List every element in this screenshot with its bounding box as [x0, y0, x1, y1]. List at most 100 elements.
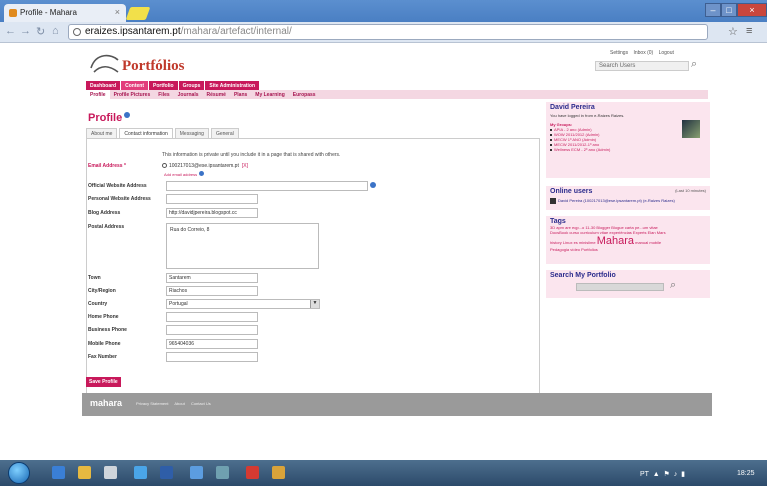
search-icon[interactable]: ⌕: [691, 58, 697, 71]
subnav-my-learning[interactable]: My Learning: [251, 90, 288, 99]
official-website-input[interactable]: [166, 181, 368, 191]
subnav-profile[interactable]: Profile: [86, 90, 110, 99]
browser-tab[interactable]: Profile - Mahara ×: [4, 4, 126, 22]
nav-portfolio[interactable]: Portfolio: [149, 81, 178, 90]
forward-arrow-icon[interactable]: →: [20, 25, 31, 37]
add-icon: [199, 171, 205, 176]
portfolio-search-input[interactable]: [576, 283, 664, 291]
help-icon[interactable]: [370, 182, 376, 188]
page-title: Profile: [88, 112, 131, 124]
official-website-label: Official Website Address: [88, 183, 147, 189]
back-arrow-icon[interactable]: ←: [5, 25, 16, 37]
url-host: eraizes.ipsantarem.pt: [85, 26, 181, 37]
close-window-button[interactable]: ×: [737, 3, 767, 17]
user-search-input[interactable]: Search Users: [595, 61, 689, 71]
tab-about-me[interactable]: About me: [86, 128, 118, 138]
tags-box: Tags 3D apm are eqp...o 11-30 Blogger Bl…: [546, 216, 710, 264]
online-users-title: Online users (Last 10 minutes): [550, 188, 706, 195]
site-logo[interactable]: Portfólios: [88, 50, 208, 80]
fax-number-input[interactable]: [166, 352, 258, 362]
search-icon[interactable]: ⌕: [670, 279, 676, 292]
mahara-footer-logo[interactable]: mahara: [90, 398, 122, 408]
help-icon[interactable]: [124, 112, 131, 118]
word-icon[interactable]: [160, 466, 173, 479]
close-tab-icon[interactable]: ×: [115, 7, 120, 17]
contact-form: [86, 138, 540, 416]
tags-title: Tags: [550, 218, 566, 225]
tab-title: Profile - Mahara: [20, 8, 77, 17]
settings-link[interactable]: Settings: [610, 50, 628, 56]
page-footer: mahara Privacy Statement About Contact U…: [82, 393, 712, 416]
city-region-label: City/Region: [88, 288, 116, 294]
fax-number-label: Fax Number: [88, 354, 117, 360]
town-input[interactable]: Santarem: [166, 273, 258, 283]
maximize-window-button[interactable]: □: [721, 3, 737, 17]
explorer-icon[interactable]: [78, 466, 91, 479]
wrench-menu-icon[interactable]: ≡: [746, 25, 752, 37]
nav-groups[interactable]: Groups: [178, 81, 205, 90]
address-bar[interactable]: eraizes.ipsantarem.pt/mahara/artefact/in…: [68, 24, 708, 40]
sidebar-user-name[interactable]: David Pereira: [546, 102, 710, 111]
contact-link[interactable]: Contact Us: [191, 401, 211, 406]
blog-address-input[interactable]: http://davidjpereira.blogspot.cc: [166, 208, 258, 218]
mobile-phone-input[interactable]: 965404036: [166, 339, 258, 349]
profile-tabs: About me Contact information Messaging G…: [86, 128, 241, 138]
nav-dashboard[interactable]: Dashboard: [86, 81, 121, 90]
app-icon[interactable]: [272, 466, 285, 479]
language-indicator[interactable]: PT: [640, 471, 649, 478]
subnav-plans[interactable]: Plans: [230, 90, 251, 99]
about-link[interactable]: About: [174, 401, 184, 406]
start-button[interactable]: [8, 462, 30, 484]
nav-content[interactable]: Content: [121, 81, 149, 90]
chrome-icon[interactable]: [134, 466, 147, 479]
home-phone-input[interactable]: [166, 312, 258, 322]
minimize-window-button[interactable]: –: [705, 3, 721, 17]
subnav-europass[interactable]: Europass: [289, 90, 320, 99]
portfolio-logo-icon: [90, 54, 119, 73]
app-icon[interactable]: [190, 466, 203, 479]
privacy-link[interactable]: Privacy Statement: [136, 401, 168, 406]
tab-contact-information[interactable]: Contact information: [119, 128, 173, 138]
subnav-resume[interactable]: Résumé: [203, 90, 230, 99]
online-users-note: (Last 10 minutes): [675, 188, 706, 193]
ie-icon[interactable]: [52, 466, 65, 479]
reload-icon[interactable]: ↻: [36, 25, 45, 38]
delete-email-link[interactable]: [X]: [242, 163, 248, 169]
media-icon[interactable]: [104, 466, 117, 479]
email-value: 100217013@ese.ipsantarem.pt [X]: [162, 163, 248, 169]
app-icon[interactable]: [216, 466, 229, 479]
search-portfolio-title: Search My Portfolio: [550, 272, 616, 279]
tag-mahara[interactable]: Mahara: [597, 235, 634, 247]
tag-cloud-line[interactable]: Pedagogia vídeo Portfolios: [546, 247, 710, 252]
tag-cloud-line[interactable]: manual mobile: [635, 240, 661, 245]
sub-nav: Profile Profile Pictures Files Journals …: [86, 90, 708, 99]
business-phone-label: Business Phone: [88, 327, 127, 333]
chevron-down-icon: ▼: [310, 300, 319, 308]
avatar[interactable]: [682, 120, 700, 138]
personal-website-input[interactable]: [166, 194, 258, 204]
nav-site-administration[interactable]: Site Administration: [205, 81, 260, 90]
online-user-item[interactable]: David Pereira (100217013@ese.ipsantarem.…: [546, 198, 710, 204]
subnav-files[interactable]: Files: [154, 90, 173, 99]
city-region-input[interactable]: Riachos: [166, 286, 258, 296]
group-item[interactable]: Wellness ECM - 2º ano (Admin): [546, 147, 710, 152]
postal-address-textarea[interactable]: Rua do Correio, 8: [166, 223, 319, 269]
subnav-journals[interactable]: Journals: [174, 90, 203, 99]
tab-messaging[interactable]: Messaging: [174, 128, 209, 138]
bookmark-star-icon[interactable]: ☆: [728, 25, 738, 38]
user-profile-box: David Pereira You have logged in from e-…: [546, 102, 710, 178]
country-select[interactable]: Portugal ▼: [166, 299, 320, 309]
email-primary-radio[interactable]: [162, 163, 167, 169]
inbox-link[interactable]: Inbox (0): [633, 50, 653, 56]
tag-cloud-line[interactable]: history Linux es minislime: [550, 240, 596, 245]
subnav-profile-pictures[interactable]: Profile Pictures: [110, 90, 155, 99]
add-email-link[interactable]: Add email address: [164, 171, 205, 177]
home-icon[interactable]: ⌂: [52, 25, 59, 37]
business-phone-input[interactable]: [166, 325, 258, 335]
logout-link[interactable]: Logout: [659, 50, 674, 56]
pdf-icon[interactable]: [246, 466, 259, 479]
url-path: /mahara/artefact/internal/: [180, 26, 292, 37]
save-profile-button[interactable]: Save Profile: [86, 377, 121, 387]
taskbar-clock[interactable]: 18:25: [737, 470, 755, 477]
tab-general[interactable]: General: [210, 128, 239, 138]
